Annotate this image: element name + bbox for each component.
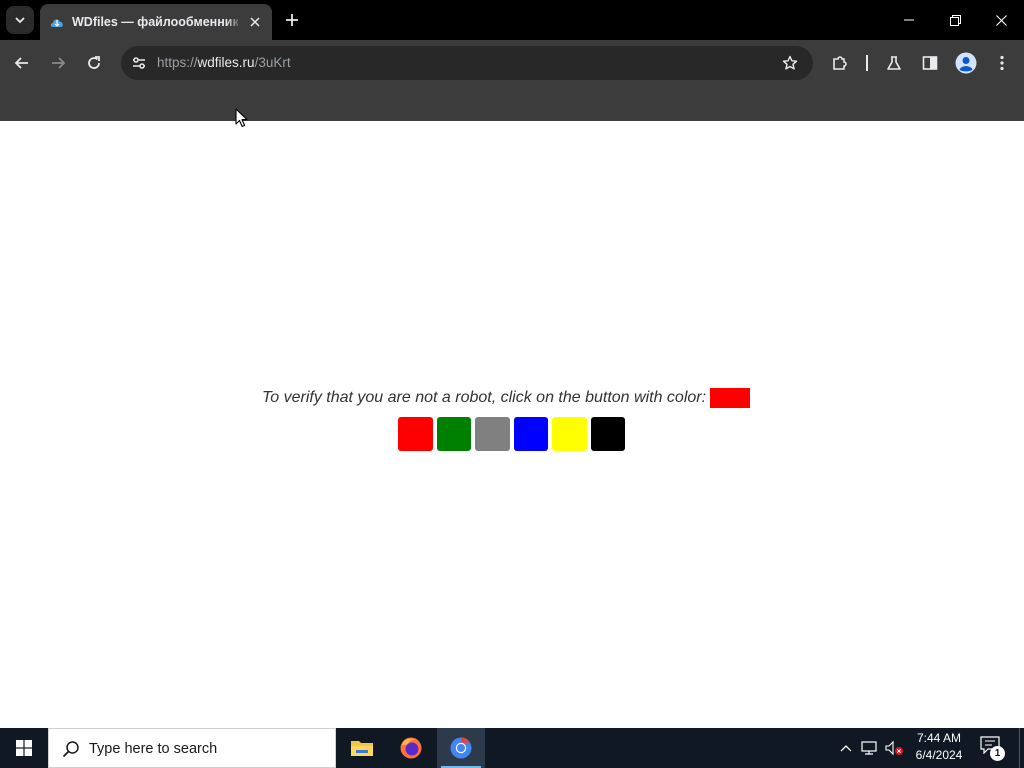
mouse-cursor-icon — [235, 108, 248, 128]
close-icon — [995, 14, 1007, 26]
url-host: wdfiles.ru — [197, 55, 255, 70]
taskbar-clock[interactable]: 7:44 AM 6/4/2024 — [906, 730, 972, 766]
back-button[interactable] — [8, 49, 36, 77]
start-button[interactable] — [0, 728, 48, 768]
forward-arrow-icon — [52, 57, 66, 69]
captcha-color-button-gray[interactable] — [475, 417, 510, 451]
tray-overflow-button[interactable] — [836, 738, 856, 758]
captcha-prompt-row: To verify that you are not a robot, clic… — [0, 386, 1024, 410]
forward-button[interactable] — [44, 49, 72, 77]
minimize-button[interactable] — [886, 0, 932, 40]
file-explorer-icon — [351, 741, 373, 756]
captcha-color-button-green[interactable] — [436, 417, 471, 451]
web-page: To verify that you are not a robot, clic… — [0, 121, 1024, 728]
clock-date: 6/4/2024 — [915, 748, 963, 762]
captcha-target-color-swatch — [710, 388, 751, 408]
captcha-color-button-blue[interactable] — [513, 417, 548, 451]
bookmark-button[interactable] — [779, 52, 801, 74]
tab-active[interactable]: WDfiles — файлообменник 6Г — [40, 4, 272, 40]
tab-search-button[interactable] — [6, 6, 34, 34]
captcha-color-button-yellow[interactable] — [552, 417, 587, 451]
notification-count-badge: 1 — [990, 746, 1005, 761]
close-window-button[interactable] — [978, 0, 1024, 40]
tab-title-fade — [226, 12, 242, 32]
toolbar-divider — [866, 55, 868, 71]
taskbar-app-chrome[interactable] — [437, 728, 485, 768]
captcha-color-button-black[interactable] — [590, 417, 625, 451]
captcha-color-buttons — [398, 417, 628, 453]
plus-icon — [286, 14, 298, 26]
side-panel-button[interactable] — [916, 49, 944, 77]
clock-time: 7:44 AM — [916, 731, 962, 745]
captcha-prompt-text: To verify that you are not a robot, clic… — [261, 389, 707, 406]
new-tab-button[interactable] — [281, 9, 303, 31]
url-path: /3uKrt — [254, 55, 291, 70]
address-bar[interactable]: https://wdfiles.ru/3uKrt — [121, 46, 813, 80]
browser-menu-button[interactable] — [988, 49, 1016, 77]
extensions-button[interactable] — [826, 49, 854, 77]
search-icon — [62, 741, 79, 758]
taskbar: Type here to search 7:44 AM 6/4/2024 1 — [0, 728, 1024, 768]
profile-button[interactable] — [952, 49, 980, 77]
kebab-menu-icon — [1000, 55, 1004, 71]
close-icon — [250, 17, 260, 27]
reload-icon — [88, 56, 100, 69]
network-icon — [861, 741, 877, 755]
volume-muted-icon — [885, 740, 903, 756]
captcha-color-button-red[interactable] — [398, 417, 433, 451]
show-desktop-button[interactable] — [1019, 728, 1024, 768]
url-scheme: https:// — [157, 55, 198, 70]
restore-icon — [949, 14, 961, 26]
tab-strip: WDfiles — файлообменник 6Г — [0, 0, 1024, 40]
taskbar-app-file-explorer[interactable] — [338, 728, 386, 768]
windows-logo-icon — [16, 740, 32, 756]
taskbar-app-firefox[interactable] — [387, 728, 435, 768]
chevron-up-icon — [840, 745, 852, 752]
cloud-favicon-icon — [50, 19, 63, 27]
taskbar-search-placeholder: Type here to search — [89, 741, 218, 757]
flask-icon — [887, 56, 901, 70]
back-arrow-icon — [14, 57, 28, 69]
bookmarks-bar — [0, 86, 1024, 121]
chevron-down-icon — [15, 17, 25, 24]
tab-close-button[interactable] — [246, 13, 264, 31]
minimize-icon — [904, 19, 914, 21]
tray-network-button[interactable] — [860, 738, 880, 758]
labs-button[interactable] — [880, 49, 908, 77]
browser-toolbar: https://wdfiles.ru/3uKrt — [0, 40, 1024, 86]
profile-icon — [955, 52, 977, 74]
taskbar-search-box[interactable]: Type here to search — [48, 728, 336, 768]
side-panel-icon — [922, 56, 938, 70]
site-info-button[interactable] — [129, 53, 149, 73]
star-icon — [782, 55, 798, 70]
tray-volume-button[interactable] — [884, 738, 904, 758]
puzzle-icon — [833, 56, 847, 70]
restore-button[interactable] — [932, 0, 978, 40]
tab-title: WDfiles — файлообменник 6Г — [72, 15, 238, 29]
action-center-button[interactable]: 1 — [980, 736, 1006, 761]
chrome-icon — [450, 737, 472, 759]
firefox-icon — [400, 737, 422, 759]
reload-button[interactable] — [80, 49, 108, 77]
tune-icon — [133, 57, 145, 69]
url-text[interactable]: https://wdfiles.ru/3uKrt — [157, 55, 291, 71]
